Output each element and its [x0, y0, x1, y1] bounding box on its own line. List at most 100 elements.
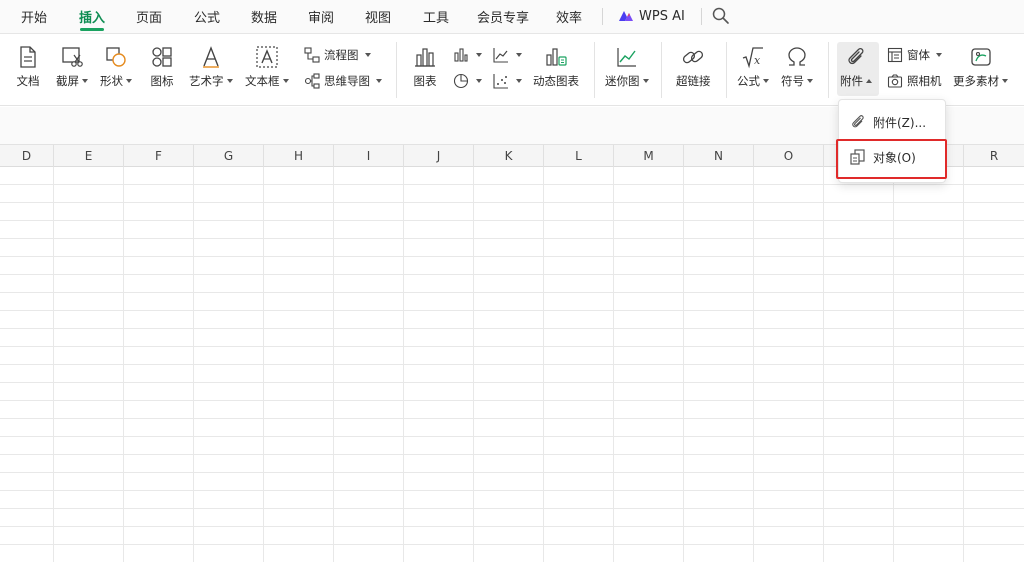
tab-view[interactable]: 视图 [365, 7, 391, 26]
icons-grid-icon [152, 47, 172, 67]
hyperlink-button[interactable]: 超链接 [676, 44, 711, 89]
textbox-label: 文本框 [245, 74, 280, 88]
column-header[interactable]: N [684, 145, 754, 167]
column-header[interactable]: J [404, 145, 474, 167]
column-header[interactable]: R [964, 145, 1024, 167]
symbol-button[interactable]: 符号 [781, 44, 813, 89]
wordart-label: 艺术字 [189, 74, 224, 88]
column-header[interactable]: L [544, 145, 614, 167]
form-control-button[interactable]: 窗体 [886, 46, 942, 64]
screenshot-button[interactable]: 截屏 [56, 44, 88, 89]
tab-formula[interactable]: 公式 [194, 7, 220, 26]
column-header[interactable]: M [614, 145, 684, 167]
shape-icon [106, 47, 126, 67]
divider [701, 8, 702, 25]
omega-icon [788, 47, 806, 66]
document-icon [20, 46, 36, 68]
chevron-down-icon [516, 53, 522, 57]
tab-review[interactable]: 审阅 [308, 7, 334, 26]
column-header[interactable]: E [54, 145, 124, 167]
chevron-down-icon [642, 79, 649, 83]
chart-button[interactable]: 图表 [412, 44, 438, 89]
menu-item-attachment[interactable]: 附件(Z)... [849, 109, 926, 135]
camera-label: 照相机 [907, 74, 942, 88]
document-button[interactable]: 文档 [15, 44, 41, 89]
sparkline-label: 迷你图 [605, 74, 640, 88]
wordart-icon [202, 46, 219, 68]
chevron-down-icon [516, 79, 522, 83]
sparkline-icon [617, 48, 636, 67]
tab-data[interactable]: 数据 [251, 7, 277, 26]
column-header[interactable]: F [124, 145, 194, 167]
menu-item-attachment-label: 附件(Z)... [873, 115, 927, 130]
column-header[interactable]: K [474, 145, 544, 167]
divider [396, 42, 397, 98]
insert-ribbon: 文档 截屏 形状 图标 艺术字 文本框 流程图 思维导图 图表 动态图表 迷你图… [0, 34, 1024, 106]
textbox-button[interactable]: 文本框 [245, 44, 289, 89]
mindmap-button[interactable]: 思维导图 [303, 72, 382, 90]
pie-chart-icon [453, 73, 469, 89]
spreadsheet-grid[interactable] [0, 167, 1024, 562]
column-header[interactable]: I [334, 145, 404, 167]
column-header[interactable]: D [0, 145, 54, 167]
shape-button[interactable]: 形状 [100, 44, 132, 89]
more-assets-button[interactable]: 更多素材 [953, 44, 1008, 89]
column-header[interactable]: O [754, 145, 824, 167]
search-button[interactable] [711, 6, 731, 26]
divider [828, 42, 829, 98]
attachment-label: 附件 [840, 74, 863, 88]
tab-page[interactable]: 页面 [136, 7, 162, 26]
menu-tab-bar: 开始 插入 页面 公式 数据 审阅 视图 工具 会员专享 效率 WPS AI [0, 0, 1024, 34]
mindmap-icon [304, 73, 320, 89]
form-window-icon [887, 47, 903, 63]
flowchart-label: 流程图 [324, 48, 359, 62]
chevron-down-icon [936, 53, 942, 57]
camera-button[interactable]: 照相机 [886, 72, 942, 90]
column-chart-dropdown[interactable] [452, 46, 482, 64]
chevron-down-icon [364, 53, 371, 57]
scatter-chart-dropdown[interactable] [492, 72, 522, 90]
line-chart-icon [493, 48, 508, 63]
column-header[interactable]: H [264, 145, 334, 167]
equation-label: 公式 [737, 74, 760, 88]
screenshot-label: 截屏 [56, 74, 79, 88]
chevron-down-icon [226, 79, 233, 83]
divider [661, 42, 662, 98]
more-assets-icon [970, 48, 991, 66]
chevron-down-icon [1002, 79, 1008, 83]
divider [602, 8, 603, 25]
chevron-down-icon [376, 79, 382, 83]
line-chart-dropdown[interactable] [492, 46, 522, 64]
link-icon [683, 50, 704, 64]
sparkline-button[interactable]: 迷你图 [605, 44, 649, 89]
chevron-down-icon [763, 79, 769, 83]
paperclip-icon [848, 48, 864, 65]
chevron-down-icon [476, 53, 482, 57]
tab-start[interactable]: 开始 [21, 7, 47, 26]
scatter-chart-icon [493, 74, 508, 89]
wps-ai-button[interactable]: WPS AI [618, 5, 685, 27]
tab-efficiency[interactable]: 效率 [556, 7, 582, 26]
wps-ai-label: WPS AI [639, 8, 685, 24]
dynamic-chart-button[interactable]: 动态图表 [533, 44, 579, 89]
equation-button[interactable]: x 公式 [737, 44, 769, 89]
wordart-button[interactable]: 艺术字 [189, 44, 233, 89]
divider [594, 42, 595, 98]
bar-chart-icon [415, 48, 435, 67]
active-tab-indicator [80, 28, 104, 31]
tab-insert[interactable]: 插入 [79, 7, 105, 26]
attachment-button[interactable]: 附件 [840, 44, 872, 89]
icon-library-button[interactable]: 图标 [149, 44, 175, 89]
pie-chart-dropdown[interactable] [452, 72, 482, 90]
chart-label: 图表 [413, 74, 437, 88]
chevron-down-icon [807, 79, 813, 83]
search-icon [712, 7, 729, 24]
flowchart-button[interactable]: 流程图 [303, 46, 371, 64]
tab-member[interactable]: 会员专享 [477, 7, 529, 26]
highlight-annotation-box [836, 139, 947, 179]
chevron-down-icon [282, 79, 289, 83]
column-header[interactable]: G [194, 145, 264, 167]
more-assets-label: 更多素材 [953, 74, 999, 88]
symbol-label: 符号 [781, 74, 804, 88]
tab-tools[interactable]: 工具 [423, 7, 449, 26]
